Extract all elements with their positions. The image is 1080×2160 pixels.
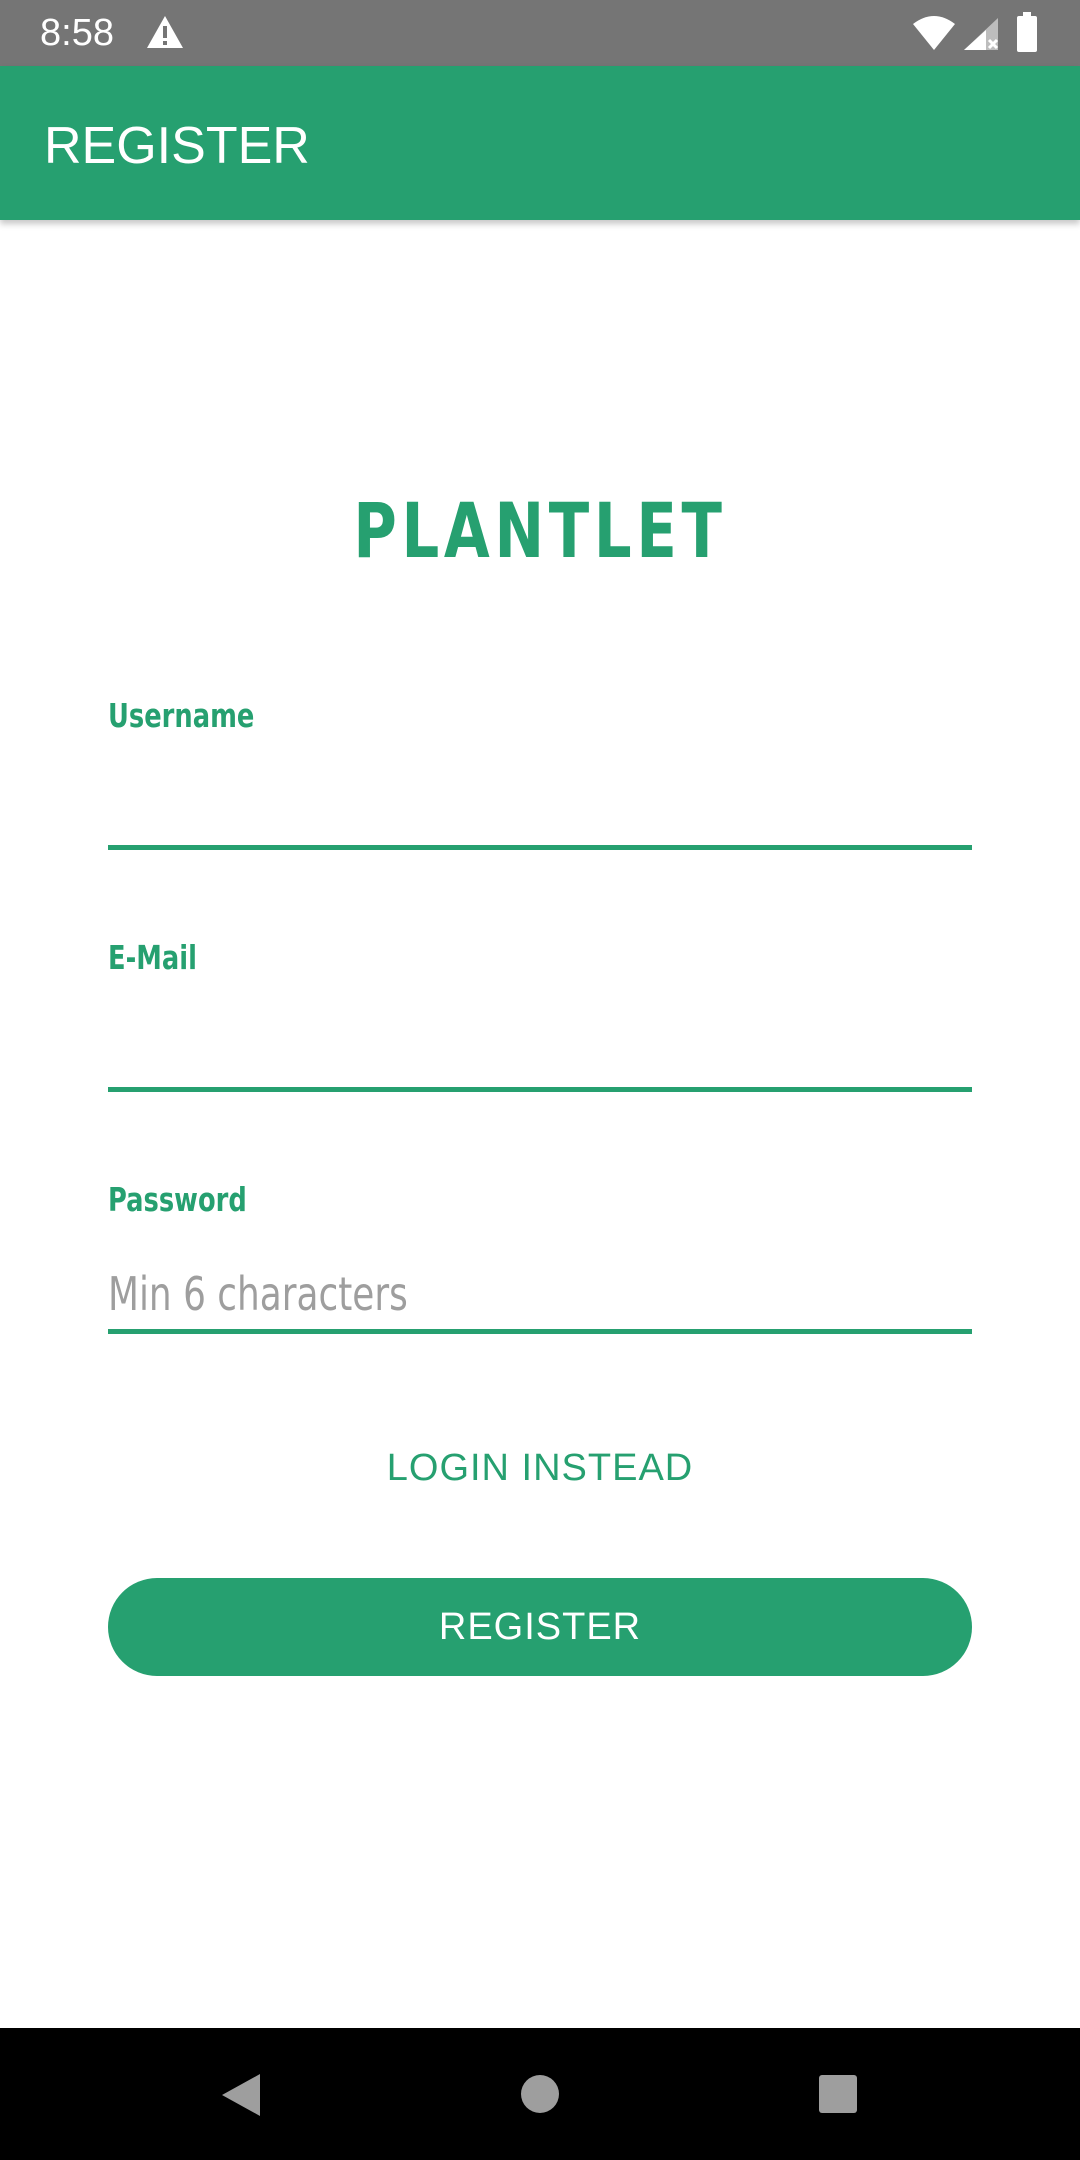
signal-icon xyxy=(964,18,999,50)
back-icon[interactable] xyxy=(220,2072,262,2118)
app-bar-title: REGISTER xyxy=(44,117,310,175)
home-icon[interactable] xyxy=(520,2074,560,2114)
recents-icon[interactable] xyxy=(818,2074,858,2114)
username-label: Username xyxy=(108,696,255,735)
navigation-bar xyxy=(0,2028,1080,2160)
username-input[interactable] xyxy=(108,776,972,850)
register-button[interactable]: REGISTER xyxy=(108,1578,972,1676)
email-field: E-Mail xyxy=(108,938,972,1102)
login-instead-button[interactable]: LOGIN INSTEAD xyxy=(0,1442,1080,1494)
wifi-icon xyxy=(913,16,955,50)
password-field: Password Min 6 characters xyxy=(108,1180,972,1344)
status-bar: 8:58 xyxy=(0,0,1080,66)
email-input[interactable] xyxy=(108,1018,972,1092)
app-bar: REGISTER xyxy=(0,66,1080,220)
app-logo-text: PLANTLET xyxy=(353,486,727,575)
warning-icon xyxy=(147,16,183,48)
register-screen: 8:58 REGISTER PLANTLET Username E-Mail P… xyxy=(0,0,1080,2160)
username-field: Username xyxy=(108,696,972,860)
password-input[interactable] xyxy=(108,1260,972,1334)
email-label: E-Mail xyxy=(108,938,197,977)
status-time: 8:58 xyxy=(40,12,114,54)
battery-icon xyxy=(1017,12,1037,52)
password-label: Password xyxy=(108,1180,247,1219)
